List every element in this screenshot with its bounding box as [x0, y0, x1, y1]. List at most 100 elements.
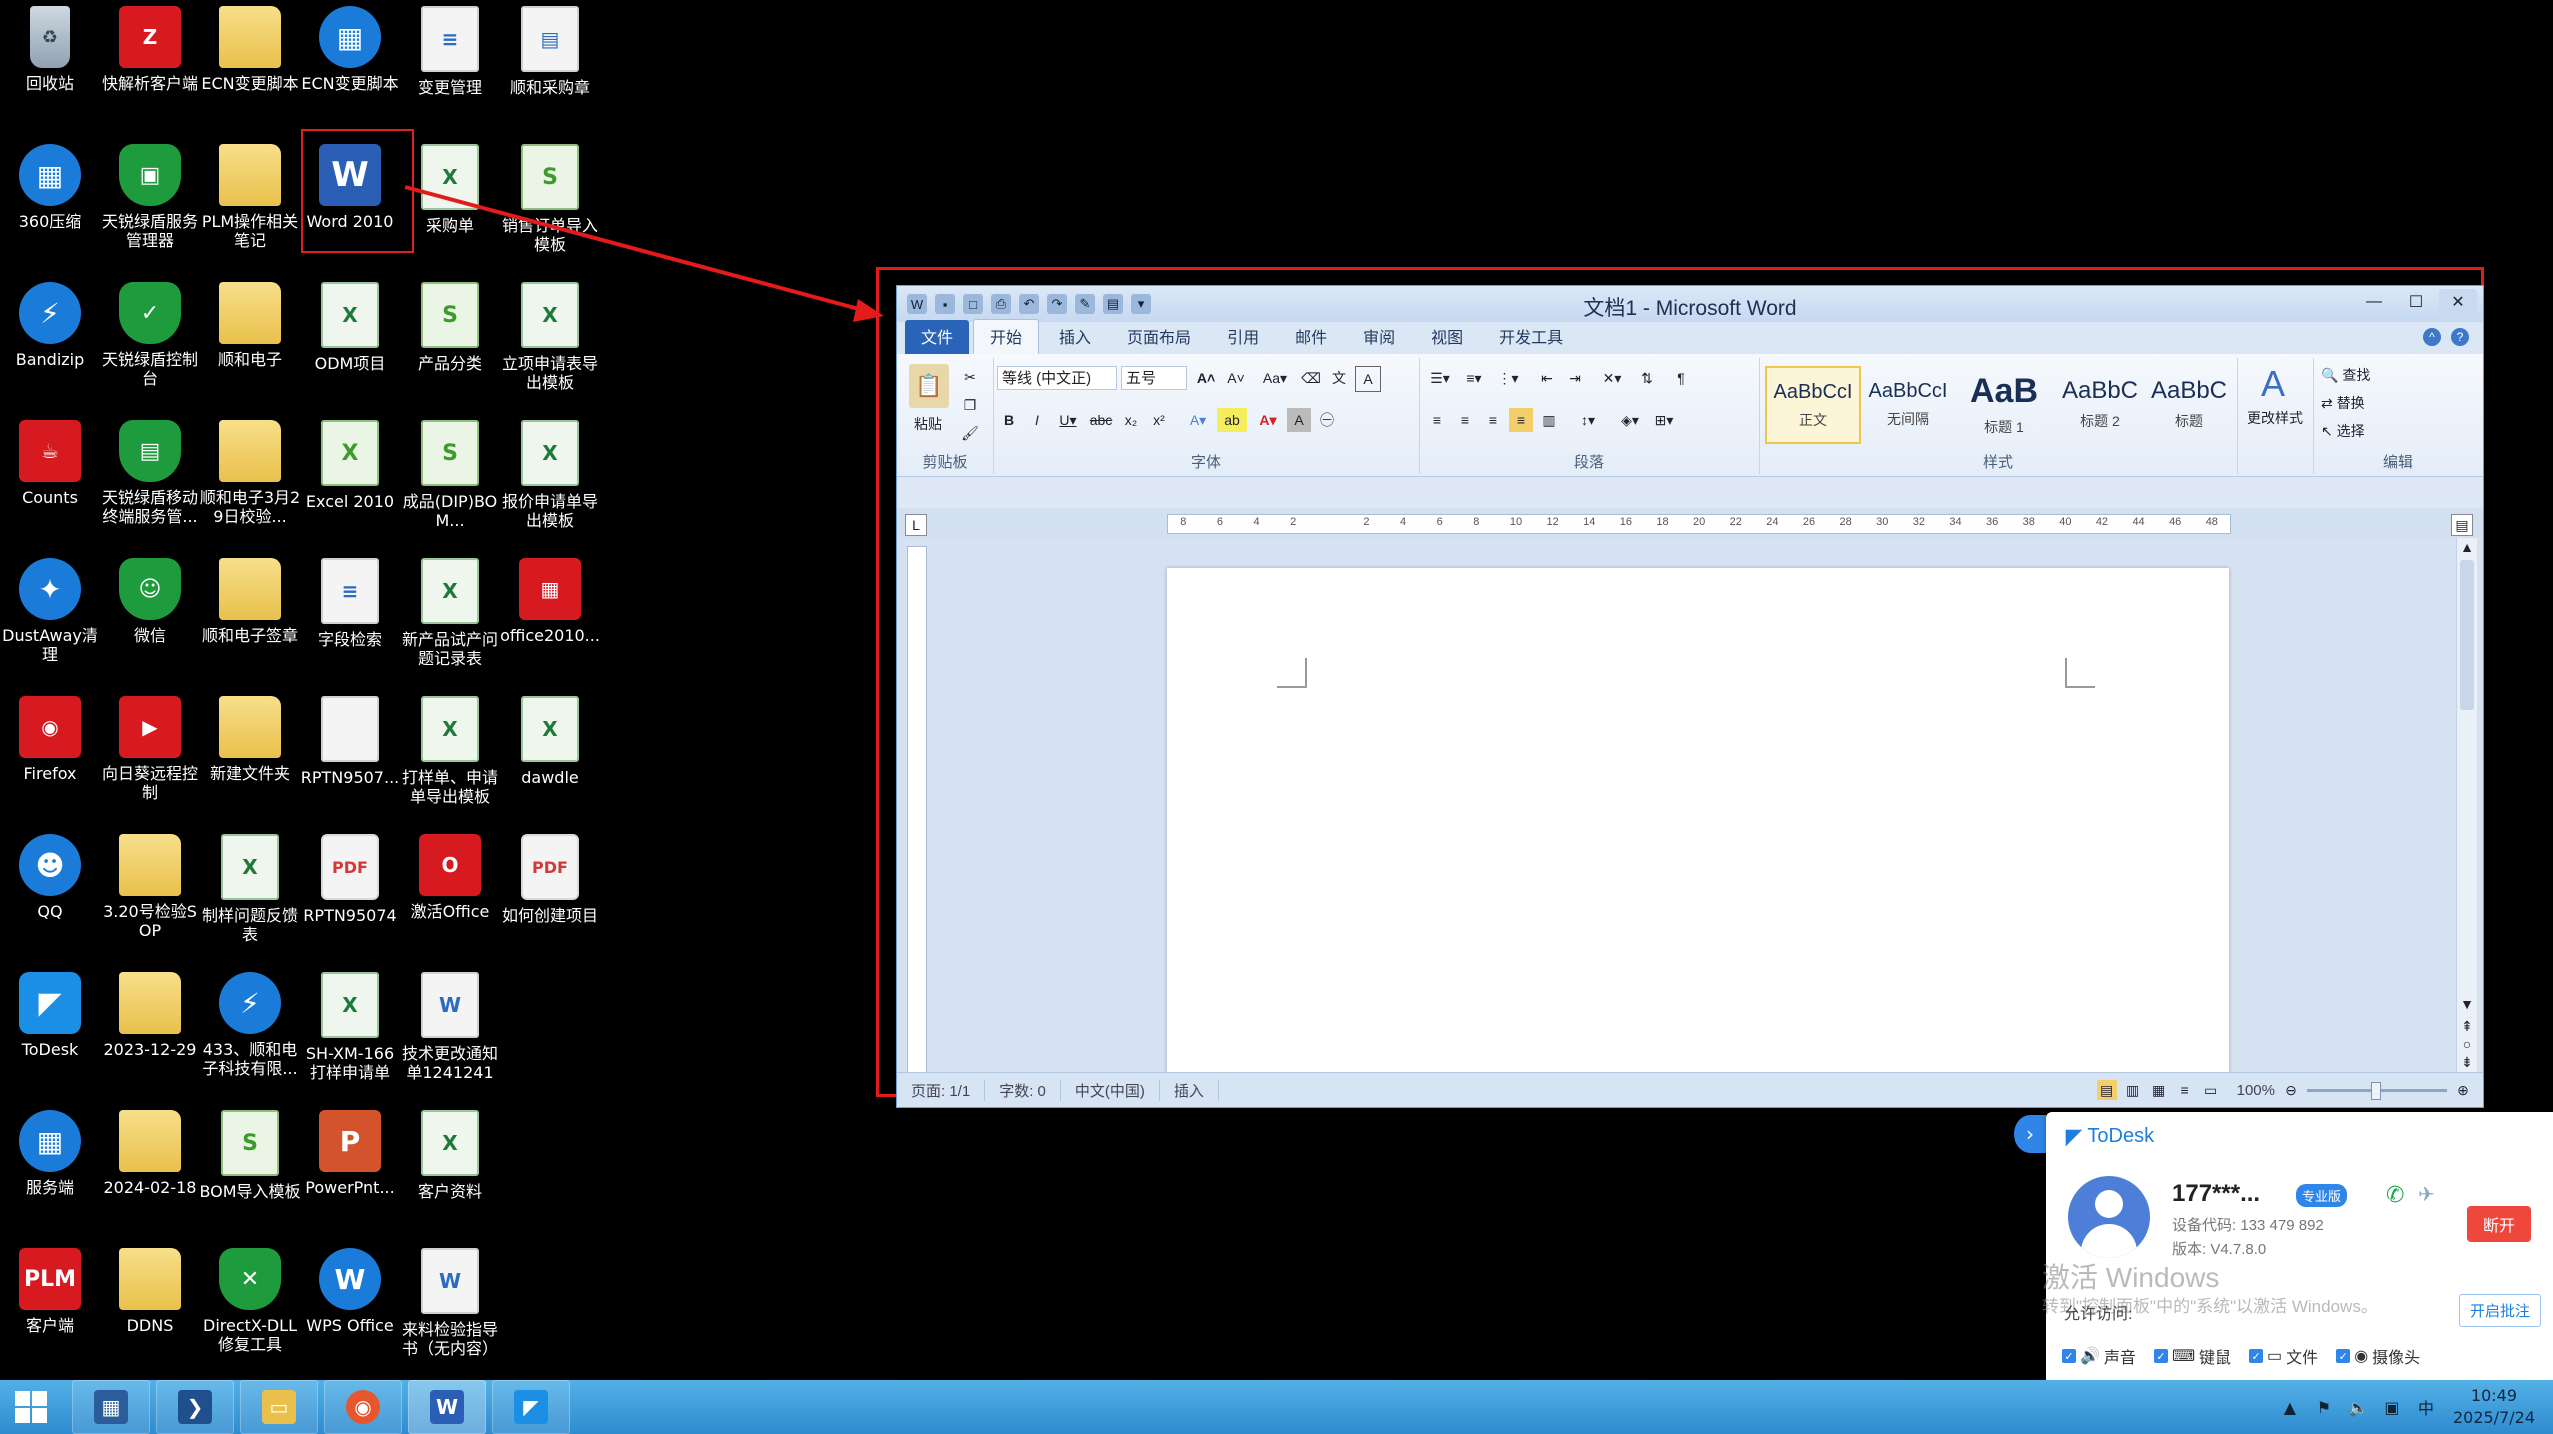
- taskbar-powershell[interactable]: ❯: [156, 1380, 234, 1434]
- tab-review[interactable]: 审阅: [1347, 320, 1411, 354]
- desktop-icon[interactable]: 新建文件夹: [200, 696, 300, 783]
- line-spacing-icon[interactable]: ↕▾: [1573, 408, 1603, 432]
- desktop-icon[interactable]: ⚡ Bandizip: [0, 282, 100, 369]
- desktop-icon[interactable]: ♻ 回收站: [0, 6, 100, 93]
- full-screen-view-icon[interactable]: ▥: [2123, 1080, 2143, 1100]
- desktop-icon[interactable]: ☺ 微信: [100, 558, 200, 645]
- scroll-down-icon[interactable]: ▼: [2457, 995, 2477, 1013]
- desktop-icon[interactable]: S 成品(DIP)BOM...: [400, 420, 500, 530]
- prev-page-icon[interactable]: ⇞: [2457, 1017, 2477, 1035]
- scroll-up-icon[interactable]: ▲: [2457, 538, 2477, 556]
- call-icon[interactable]: ✆: [2386, 1182, 2404, 1208]
- view-ruler-icon[interactable]: ▤: [2451, 514, 2473, 536]
- taskbar-firefox[interactable]: ◉: [324, 1380, 402, 1434]
- desktop-icon[interactable]: ≡ 变更管理: [400, 6, 500, 97]
- underline-icon[interactable]: U▾: [1053, 408, 1083, 432]
- desktop-icon[interactable]: W 技术更改通知单1241241: [400, 972, 500, 1082]
- close-button[interactable]: ✕: [2439, 289, 2477, 315]
- print-layout-view-icon[interactable]: ▤: [2096, 1080, 2117, 1100]
- desktop-icon[interactable]: O 激活Office: [400, 834, 500, 921]
- desktop-icon[interactable]: RPTN9507...: [300, 696, 400, 787]
- desktop-icon[interactable]: ✕ DirectX-DLL修复工具: [200, 1248, 300, 1354]
- status-page[interactable]: 页面: 1/1: [897, 1079, 986, 1101]
- tab-home[interactable]: 开始: [973, 319, 1040, 354]
- taskbar-explorer[interactable]: ▭: [240, 1380, 318, 1434]
- perm-keyboard-mouse[interactable]: ✓ ⌨ 键鼠: [2153, 1344, 2231, 1368]
- desktop-icon[interactable]: X SH-XM-166打样申请单: [300, 972, 400, 1082]
- align-left-icon[interactable]: ≡: [1425, 408, 1449, 432]
- desktop-icon[interactable]: ▤ 顺和采购章: [500, 6, 600, 97]
- desktop-icon[interactable]: ◉ Firefox: [0, 696, 100, 783]
- next-page-icon[interactable]: ⇟: [2457, 1053, 2477, 1071]
- change-styles-icon[interactable]: A: [2253, 363, 2293, 404]
- desktop-icon[interactable]: X 打样单、申请单导出模板: [400, 696, 500, 806]
- style-heading-2[interactable]: AaBbC 标题 2: [2053, 366, 2147, 442]
- borders-icon[interactable]: ⊞▾: [1649, 408, 1679, 432]
- style-title[interactable]: AaBbC 标题: [2147, 366, 2231, 442]
- multilevel-list-icon[interactable]: ⋮▾: [1493, 366, 1523, 390]
- desktop-icon[interactable]: S BOM导入模板: [199, 1110, 301, 1201]
- tray-flag-icon[interactable]: ⚑: [2313, 1396, 2335, 1418]
- desktop-icon[interactable]: ▦ 360压缩: [0, 144, 100, 231]
- desktop-icon[interactable]: ▦ office2010...: [500, 558, 600, 645]
- tray-volume-icon[interactable]: 🔈: [2347, 1396, 2369, 1418]
- clear-format-icon[interactable]: ⌫: [1299, 366, 1323, 390]
- scroll-thumb[interactable]: [2460, 560, 2474, 710]
- taskbar-todesk[interactable]: ◤: [492, 1380, 570, 1434]
- taskbar-word[interactable]: W: [408, 1380, 486, 1434]
- desktop-icon[interactable]: DDNS: [100, 1248, 200, 1335]
- help-icon[interactable]: ?: [2451, 328, 2469, 346]
- select-button[interactable]: ↖ 选择: [2321, 420, 2365, 442]
- desktop-icon[interactable]: ≡ 字段检索: [300, 558, 400, 649]
- minimize-button[interactable]: —: [2355, 289, 2393, 315]
- desktop-icon[interactable]: X Excel 2010: [300, 420, 400, 511]
- draft-view-icon[interactable]: ▭: [2201, 1080, 2221, 1100]
- strikethrough-icon[interactable]: abc: [1087, 408, 1115, 432]
- highlight-icon[interactable]: ab: [1217, 408, 1247, 432]
- desktop-icon[interactable]: S 产品分类: [400, 282, 500, 373]
- desktop-icon[interactable]: 2024-02-18: [100, 1110, 200, 1197]
- justify-icon[interactable]: ≡: [1509, 408, 1533, 432]
- document-page[interactable]: [1167, 568, 2229, 1073]
- ribbon-collapse-icon[interactable]: ^: [2423, 328, 2441, 346]
- subscript-icon[interactable]: x₂: [1119, 408, 1143, 432]
- todesk-collapse-button[interactable]: ›: [2014, 1115, 2046, 1153]
- desktop-icon[interactable]: X 立项申请表导出模板: [500, 282, 600, 392]
- desktop-icon[interactable]: X ODM项目: [300, 282, 400, 373]
- increase-indent-icon[interactable]: ⇥: [1563, 366, 1587, 390]
- enclose-char-icon[interactable]: ㊀: [1315, 408, 1339, 432]
- desktop-icon[interactable]: ☕ Counts: [0, 420, 100, 507]
- desktop-icon[interactable]: ▶ 向日葵远程控制: [100, 696, 200, 802]
- font-name-select[interactable]: 等线 (中文正): [997, 366, 1117, 390]
- change-case-icon[interactable]: Aa▾: [1259, 366, 1291, 390]
- browse-object-icon[interactable]: ○: [2457, 1035, 2477, 1053]
- horizontal-ruler[interactable]: 8 6 4 2 2 4 6 8 10 12 14 16 18 20 22 24 26 28 30 32 34 36 38 40…: [1167, 514, 2231, 534]
- desktop-icon[interactable]: W WPS Office: [300, 1248, 400, 1335]
- decrease-indent-icon[interactable]: ⇤: [1535, 366, 1559, 390]
- perm-sound[interactable]: ✓ 🔊 声音: [2062, 1344, 2136, 1368]
- desktop-icon[interactable]: X 客户资料: [400, 1110, 500, 1201]
- align-right-icon[interactable]: ≡: [1481, 408, 1505, 432]
- clock[interactable]: 10:49 2025/7/24: [2453, 1385, 2535, 1429]
- change-styles-button[interactable]: 更改样式: [2237, 408, 2313, 428]
- tray-expand-icon[interactable]: ▲: [2279, 1396, 2301, 1418]
- desktop-icon[interactable]: 顺和电子: [200, 282, 300, 369]
- style-normal[interactable]: AaBbCcI 正文: [1765, 366, 1861, 444]
- font-size-select[interactable]: 五号: [1121, 366, 1187, 390]
- taskbar-server-manager[interactable]: ▦: [72, 1380, 150, 1434]
- tab-view[interactable]: 视图: [1415, 320, 1479, 354]
- desktop-icon[interactable]: ✓ 天锐绿盾控制台: [100, 282, 200, 388]
- copy-icon[interactable]: ❐: [959, 394, 981, 416]
- enable-annotation-button[interactable]: 开启批注: [2458, 1294, 2541, 1327]
- zoom-slider[interactable]: [2307, 1081, 2447, 1100]
- style-heading-1[interactable]: AaB 标题 1: [1957, 366, 2051, 442]
- format-painter-icon[interactable]: 🖌: [959, 422, 981, 444]
- numbering-icon[interactable]: ≡▾: [1459, 366, 1489, 390]
- desktop-icon[interactable]: S 销售订单导入模板: [500, 144, 600, 254]
- find-button[interactable]: 🔍 查找: [2321, 364, 2370, 386]
- sort-icon[interactable]: ⇅: [1635, 366, 1659, 390]
- style-no-spacing[interactable]: AaBbCcI 无间隔: [1861, 366, 1955, 442]
- replace-button[interactable]: ⇄ 替换: [2321, 392, 2365, 414]
- desktop-icon[interactable]: ▦ 服务端: [0, 1110, 100, 1197]
- italic-icon[interactable]: I: [1025, 408, 1049, 432]
